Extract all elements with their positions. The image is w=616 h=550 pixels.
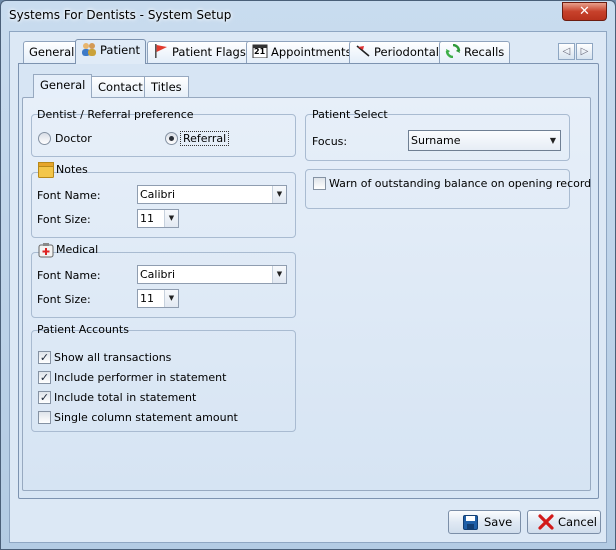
medical-font-size-label: Font Size: bbox=[37, 293, 91, 306]
checkmark-icon: ✓ bbox=[39, 351, 50, 364]
include-performer-label[interactable]: Include performer in statement bbox=[54, 371, 226, 384]
doctor-radio[interactable] bbox=[38, 132, 51, 145]
notes-font-size-value: 11 bbox=[140, 212, 154, 225]
subtab-label: General bbox=[40, 78, 86, 92]
notes-font-name-select[interactable]: Calibri ▼ bbox=[137, 185, 287, 204]
general-subtab-panel: Dentist / Referral preference Doctor Ref… bbox=[22, 97, 591, 491]
patient-select-title: Patient Select bbox=[312, 108, 388, 121]
tab-scroll-left-button[interactable]: ◁ bbox=[558, 43, 575, 60]
medical-font-name-value: Calibri bbox=[140, 268, 176, 281]
close-button[interactable]: ✕ bbox=[562, 2, 607, 21]
save-icon bbox=[463, 515, 478, 530]
chevron-right-icon: ▷ bbox=[580, 46, 589, 57]
include-total-label[interactable]: Include total in statement bbox=[54, 391, 196, 404]
dentist-referral-title: Dentist / Referral preference bbox=[37, 108, 194, 121]
notes-font-size-select[interactable]: 11 ▼ bbox=[137, 209, 179, 228]
checkmark-icon: ✓ bbox=[39, 391, 50, 404]
warn-balance-checkbox[interactable] bbox=[313, 177, 326, 190]
tab-label: Patient bbox=[100, 43, 141, 57]
medical-font-size-select[interactable]: 11 ▼ bbox=[137, 289, 179, 308]
single-column-amount-label[interactable]: Single column statement amount bbox=[54, 411, 238, 424]
warn-balance-label[interactable]: Warn of outstanding balance on opening r… bbox=[329, 177, 591, 190]
subtab-label: Contact bbox=[98, 80, 143, 94]
notes-font-name-label: Font Name: bbox=[37, 189, 101, 202]
referral-radio-label[interactable]: Referral bbox=[180, 131, 230, 146]
cancel-button-label: Cancel bbox=[558, 515, 597, 529]
save-button-label: Save bbox=[484, 515, 513, 529]
referral-radio[interactable] bbox=[165, 132, 178, 145]
medical-font-name-select[interactable]: Calibri ▼ bbox=[137, 265, 287, 284]
title-bar[interactable]: Systems For Dentists - System Setup ✕ bbox=[1, 1, 615, 31]
red-flag-icon bbox=[153, 44, 169, 58]
patient-accounts-title: Patient Accounts bbox=[37, 323, 129, 336]
chevron-down-icon[interactable]: ▼ bbox=[164, 210, 178, 227]
patient-tab-panel: General Contact Titles Dentist / Referra… bbox=[18, 63, 599, 499]
cancel-icon bbox=[538, 514, 554, 530]
tab-appointments[interactable]: 21 Appointments bbox=[246, 41, 358, 63]
recycle-icon bbox=[445, 43, 461, 59]
people-icon bbox=[81, 42, 97, 56]
tab-label: Patient Flags bbox=[172, 45, 246, 59]
chevron-down-icon[interactable]: ▼ bbox=[272, 266, 286, 283]
tab-general[interactable]: General bbox=[23, 41, 81, 63]
include-total-checkbox[interactable]: ✓ bbox=[38, 391, 51, 404]
tab-patient-flags[interactable]: Patient Flags bbox=[147, 41, 252, 63]
client-area: General Patient Patient Flags 21 Appoint… bbox=[9, 31, 607, 543]
notes-font-size-label: Font Size: bbox=[37, 213, 91, 226]
chevron-down-icon[interactable]: ▼ bbox=[164, 290, 178, 307]
close-icon: ✕ bbox=[579, 4, 590, 19]
window-title: Systems For Dentists - System Setup bbox=[9, 8, 232, 22]
include-performer-checkbox[interactable]: ✓ bbox=[38, 371, 51, 384]
tab-label: Periodontal bbox=[374, 45, 439, 59]
show-all-transactions-label[interactable]: Show all transactions bbox=[54, 351, 171, 364]
cancel-button[interactable]: Cancel bbox=[527, 510, 601, 534]
tab-label: General bbox=[29, 45, 75, 59]
tooth-chart-icon bbox=[355, 44, 371, 58]
save-button[interactable]: Save bbox=[448, 510, 521, 534]
tab-scroll-right-button[interactable]: ▷ bbox=[576, 43, 593, 60]
focus-select[interactable]: Surname ▼ bbox=[408, 130, 561, 151]
medical-font-name-label: Font Name: bbox=[37, 269, 101, 282]
medical-icon bbox=[38, 242, 54, 258]
subtab-titles[interactable]: Titles bbox=[144, 76, 189, 97]
system-setup-window: Systems For Dentists - System Setup ✕ Ge… bbox=[0, 0, 616, 550]
doctor-radio-label[interactable]: Doctor bbox=[55, 132, 92, 145]
subtab-general[interactable]: General bbox=[33, 74, 93, 98]
subtab-label: Titles bbox=[151, 80, 182, 94]
chevron-down-icon[interactable]: ▼ bbox=[272, 186, 286, 203]
tab-patient[interactable]: Patient bbox=[75, 39, 147, 64]
chevron-down-icon[interactable]: ▼ bbox=[546, 131, 560, 150]
single-column-amount-checkbox[interactable] bbox=[38, 411, 51, 424]
tab-label: Recalls bbox=[464, 45, 505, 59]
checkmark-icon: ✓ bbox=[39, 371, 50, 384]
tab-recalls[interactable]: Recalls bbox=[439, 41, 511, 63]
calendar-day-number: 21 bbox=[254, 47, 266, 56]
calendar-icon: 21 bbox=[252, 44, 268, 59]
tab-label: Appointments bbox=[271, 45, 352, 59]
tab-periodontal[interactable]: Periodontal bbox=[349, 41, 445, 63]
medical-title: Medical bbox=[56, 243, 99, 256]
medical-font-size-value: 11 bbox=[140, 292, 154, 305]
show-all-transactions-checkbox[interactable]: ✓ bbox=[38, 351, 51, 364]
notes-icon bbox=[38, 162, 54, 178]
notes-title: Notes bbox=[56, 163, 88, 176]
subtab-contact[interactable]: Contact bbox=[91, 76, 150, 97]
notes-font-name-value: Calibri bbox=[140, 188, 176, 201]
focus-value: Surname bbox=[411, 134, 461, 147]
notes-group bbox=[31, 172, 296, 238]
medical-group bbox=[31, 252, 296, 318]
focus-label: Focus: bbox=[312, 135, 348, 148]
chevron-left-icon: ◁ bbox=[562, 46, 571, 57]
